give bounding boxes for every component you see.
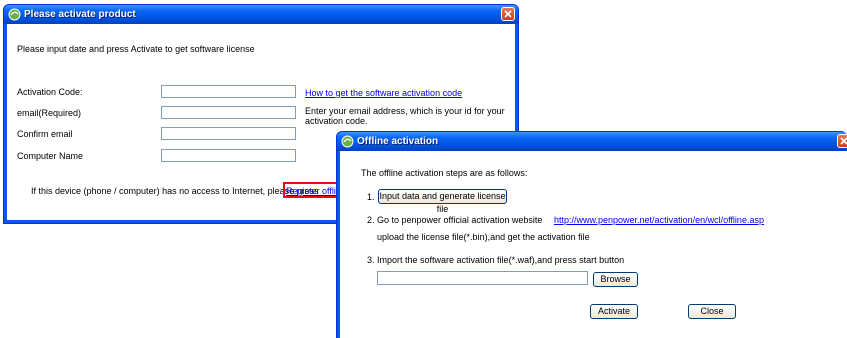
email-help-line2: activation code. xyxy=(305,116,368,126)
step2-text: 2. Go to penpower official activation we… xyxy=(367,215,543,225)
activation-file-path-input[interactable] xyxy=(377,271,588,285)
browse-button[interactable]: Browse xyxy=(593,272,638,287)
instruction-text: Please input date and press Activate to … xyxy=(17,44,255,54)
penpower-activation-link[interactable]: http://www.penpower.net/activation/en/wc… xyxy=(554,215,764,225)
step2-upload-text: upload the license file(*.bin),and get t… xyxy=(377,232,590,242)
computer-name-input[interactable] xyxy=(161,149,296,162)
activation-code-input[interactable] xyxy=(161,85,296,98)
confirm-email-input[interactable] xyxy=(161,127,296,140)
close-icon[interactable] xyxy=(837,134,847,148)
activate-window-title: Please activate product xyxy=(24,9,136,20)
activation-code-label: Activation Code: xyxy=(17,87,83,97)
step1-number: 1. xyxy=(367,192,375,202)
email-input[interactable] xyxy=(161,106,296,119)
activate-window-titlebar[interactable]: Please activate product xyxy=(4,5,518,24)
offline-window-title: Offline activation xyxy=(357,136,439,147)
offline-activation-window: Offline activation The offline activatio… xyxy=(336,131,847,338)
how-to-link[interactable]: How to get the software activation code xyxy=(305,88,462,98)
confirm-email-label: Confirm email xyxy=(17,129,73,139)
activate-button[interactable]: Activate xyxy=(590,304,638,319)
email-label: email(Required) xyxy=(17,108,82,118)
generate-license-button[interactable]: Input data and generate license file xyxy=(378,189,507,214)
app-icon xyxy=(8,8,21,21)
app-icon xyxy=(341,135,354,148)
close-button[interactable]: Close xyxy=(688,304,736,319)
email-help-line1: Enter your email address, which is your … xyxy=(305,106,505,116)
offline-window-titlebar[interactable]: Offline activation xyxy=(337,132,847,151)
computer-name-label: Computer Name xyxy=(17,151,84,161)
step3-text: 3. Import the software activation file(*… xyxy=(367,255,625,265)
close-icon[interactable] xyxy=(501,7,515,21)
offline-note-text: If this device (phone / computer) has no… xyxy=(31,186,319,196)
offline-intro-text: The offline activation steps are as foll… xyxy=(361,168,528,178)
offline-window-body: The offline activation steps are as foll… xyxy=(340,151,847,338)
